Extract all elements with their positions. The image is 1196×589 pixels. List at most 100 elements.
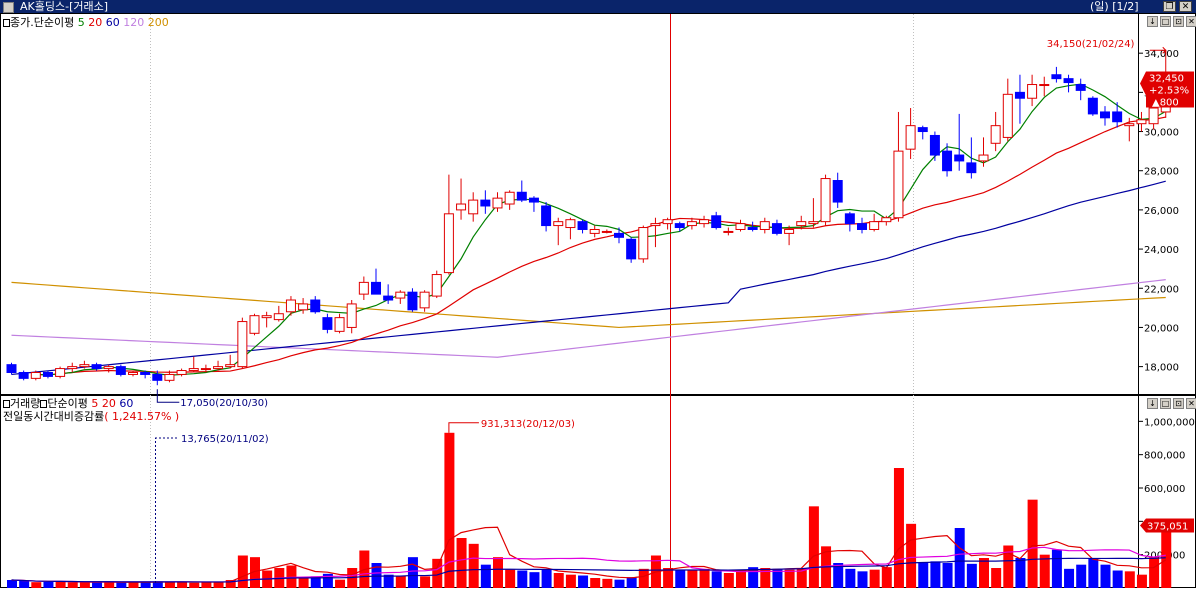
volume-legend-box-icon <box>3 400 10 408</box>
candle-up <box>1148 107 1159 125</box>
price-tick-label: 20,000 <box>1144 323 1179 334</box>
candle-up <box>881 217 892 223</box>
volume-bar <box>553 573 564 588</box>
candle-up <box>358 281 369 295</box>
candle-up <box>443 213 454 274</box>
volume-bar <box>626 577 637 588</box>
candle-down <box>917 127 928 133</box>
close-icon[interactable]: ✕ <box>1179 1 1192 12</box>
candle-up <box>176 370 187 375</box>
volume-bar <box>480 564 491 588</box>
candle-up <box>200 368 211 371</box>
candle-down <box>371 281 381 295</box>
volume-ratio: 전일동시간대비증감률( 1,241.57% ) <box>3 410 179 423</box>
candle-up <box>504 191 515 205</box>
volume-low-annotation-label: 13,765(20/11/02) <box>181 434 269 445</box>
volume-bar <box>663 568 674 588</box>
volume-bar <box>79 582 90 588</box>
volume-bar <box>444 432 455 588</box>
volume-bar <box>505 569 516 588</box>
price-ma-period-60: 60 <box>102 16 120 29</box>
volume-bar <box>602 578 613 588</box>
candle-up <box>553 221 564 227</box>
volume-bar <box>298 577 309 588</box>
volume-bar <box>857 571 868 588</box>
current-change-label: ▲800 <box>1152 98 1179 109</box>
volume-panel-scroll-icon[interactable]: ↓ <box>1147 398 1158 409</box>
volume-bar <box>893 468 904 588</box>
candle-up <box>759 221 770 230</box>
candle-up <box>103 366 114 370</box>
candle-down <box>91 364 102 370</box>
panel-option-icon[interactable]: ⊡ <box>1173 16 1184 27</box>
price-ma-period-120: 120 <box>119 16 145 29</box>
volume-high-annotation-line <box>448 422 479 433</box>
candle-up <box>808 221 819 225</box>
volume-bar <box>67 582 78 588</box>
system-menu-icon[interactable] <box>3 2 14 13</box>
panel-close-icon[interactable]: ✕ <box>1186 16 1196 27</box>
volume-bar <box>1051 549 1062 588</box>
candle-down <box>1075 84 1086 91</box>
candle-up <box>346 303 357 328</box>
candle-down <box>844 213 855 225</box>
price-tick-label: 30,000 <box>1144 128 1179 139</box>
candle-down <box>1087 97 1098 115</box>
candle-up <box>723 230 734 233</box>
volume-bar <box>954 528 965 588</box>
volume-panel-option-icon[interactable]: ⊡ <box>1173 398 1184 409</box>
volume-bar <box>213 582 224 588</box>
candle-up <box>249 315 260 334</box>
volume-ma-period-20: 20 <box>98 397 116 410</box>
candle-down <box>6 364 17 373</box>
volume-bar <box>104 582 115 588</box>
volume-bar <box>189 582 200 588</box>
candle-down <box>322 317 333 330</box>
price-legend-label: 종가.단순이평 <box>10 16 75 29</box>
candle-up <box>565 219 576 229</box>
volume-bar <box>43 582 54 588</box>
candle-up <box>1039 84 1050 87</box>
candle-down <box>42 371 53 377</box>
period-page-indicator: (일) [1/2] <box>1090 0 1139 13</box>
volume-bar <box>1161 525 1172 588</box>
volume-bar <box>711 571 722 588</box>
candle-down <box>115 366 126 375</box>
restore-icon[interactable]: ❐ <box>1163 1 1176 12</box>
panel-maximize-icon[interactable]: □ <box>1160 16 1171 27</box>
price-ma-period-5: 5 <box>77 16 85 29</box>
candle-up <box>893 150 904 219</box>
volume-bar <box>979 558 989 588</box>
volume-bar <box>517 570 528 588</box>
volume-bar <box>578 575 589 588</box>
volume-bar <box>1076 564 1087 588</box>
price-legend: 종가.단순이평 5 20 60 120 200 <box>3 16 169 29</box>
candle-up <box>990 125 1001 144</box>
candle-up <box>1002 93 1013 138</box>
panel-scroll-icon[interactable]: ↓ <box>1147 16 1158 27</box>
chart-area[interactable]: 18,000 20,000 22,000 24,000 26,000 28,000 30,0… <box>0 13 1196 589</box>
volume-panel-maximize-icon[interactable]: □ <box>1160 398 1171 409</box>
volume-bar <box>869 569 880 588</box>
volume-bar <box>845 568 856 588</box>
candle-up <box>978 154 989 162</box>
price-tick-label: 26,000 <box>1144 206 1179 217</box>
candle-down <box>832 180 843 203</box>
high-annotation-label: 34,150(21/02/24) <box>1047 39 1135 50</box>
candle-down <box>1100 111 1110 119</box>
candle-down <box>152 373 163 381</box>
ma200-line <box>11 281 1166 329</box>
volume-bar <box>675 569 686 588</box>
volume-panel-close-icon[interactable]: ✕ <box>1186 398 1196 409</box>
candle-up <box>298 303 309 311</box>
candle-up <box>431 274 442 297</box>
candle-down <box>310 299 321 313</box>
candle-up <box>905 125 916 150</box>
volume-bar <box>918 562 929 588</box>
volume-bar <box>687 570 698 588</box>
candle-down <box>942 150 953 172</box>
candle-up <box>456 203 467 211</box>
candle-up <box>1027 84 1038 99</box>
volume-bar <box>335 579 346 588</box>
volume-bar <box>237 555 248 588</box>
